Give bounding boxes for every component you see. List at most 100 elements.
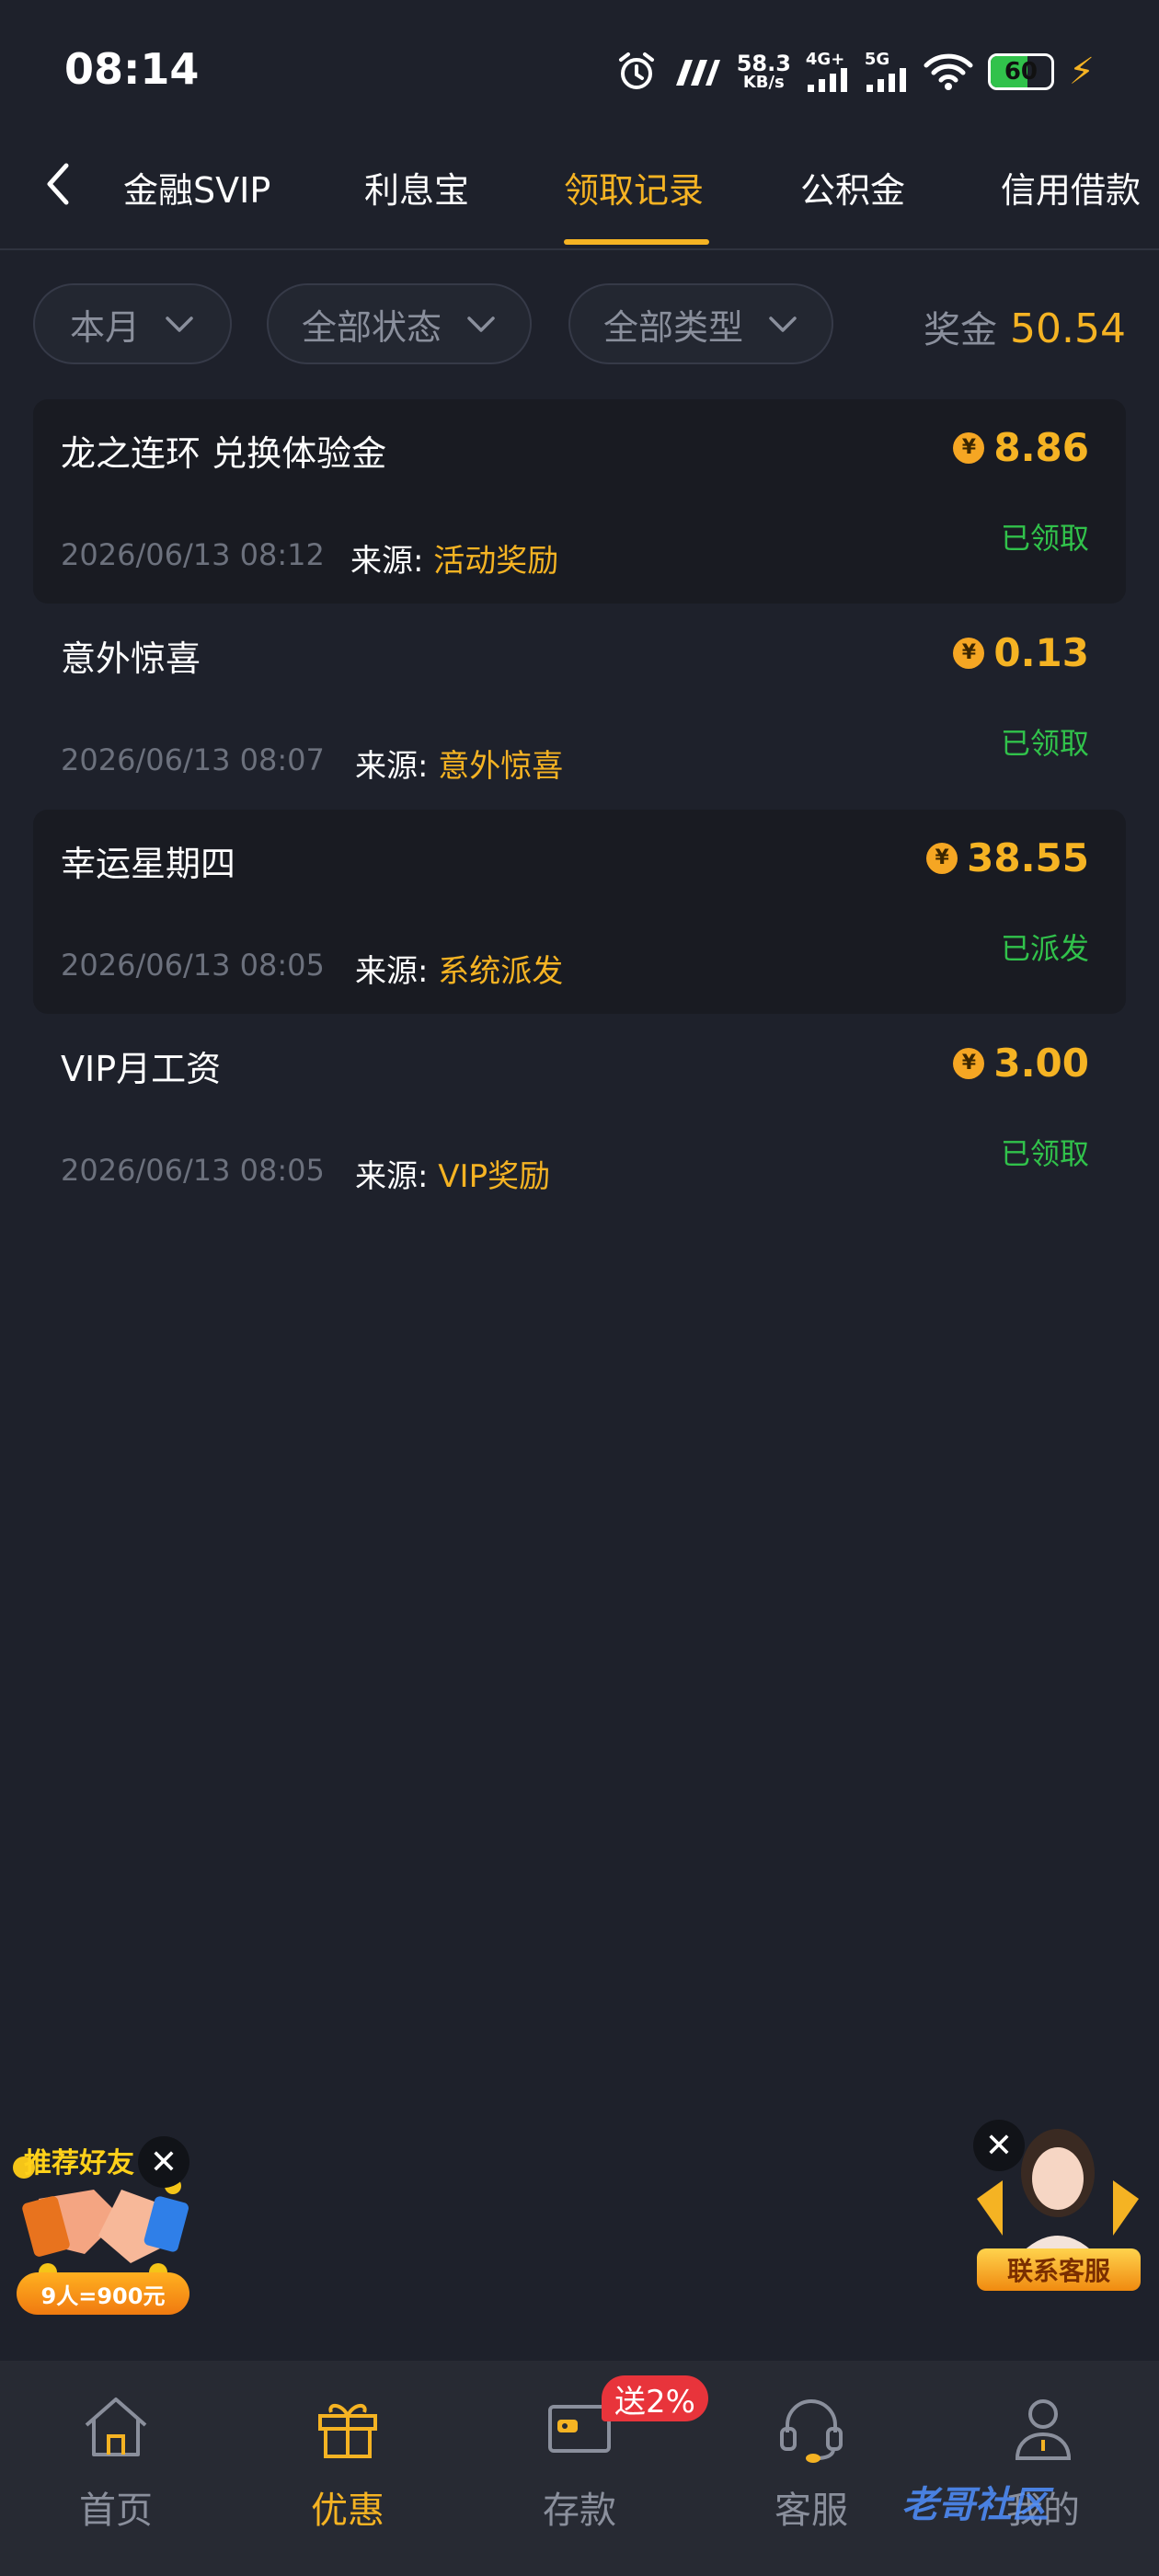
- type-filter[interactable]: 全部类型: [568, 283, 833, 364]
- record-time: 2026/06/13 08:07: [61, 742, 325, 777]
- record-title: 意外惊喜: [61, 638, 201, 679]
- bonus-label: 奖金: [924, 309, 998, 351]
- network-speed: 58.3 KB/s: [737, 52, 791, 91]
- deposit-bonus-badge: 送2%: [602, 2375, 708, 2421]
- nav-promotions-label: 优惠: [311, 2490, 384, 2532]
- record-amount-value: 0.13: [993, 630, 1089, 675]
- record-source: 来源: 活动奖励: [350, 535, 558, 581]
- period-filter[interactable]: 本月: [33, 283, 232, 364]
- record-title: 龙之连环 兑换体验金: [61, 433, 387, 474]
- tab-credit-loan[interactable]: 信用借款: [1001, 162, 1141, 213]
- record-time: 2026/06/13 08:05: [61, 1153, 325, 1188]
- record-status: 已派发: [1000, 931, 1089, 966]
- record-status: 已领取: [1000, 726, 1089, 761]
- m-app-icon: [675, 60, 720, 86]
- nav-support-label: 客服: [775, 2490, 848, 2532]
- record-amount: ¥ 38.55: [926, 835, 1089, 880]
- record-title: VIP月工资: [61, 1049, 222, 1089]
- charging-bolt-icon: ⚡: [1068, 51, 1095, 93]
- close-icon: ✕: [984, 2126, 1014, 2165]
- headset-icon: [780, 2399, 843, 2463]
- record-time: 2026/06/13 08:05: [61, 948, 325, 983]
- bonus-total: 奖金 50.54: [924, 300, 1126, 353]
- close-icon: ✕: [149, 2143, 178, 2181]
- record-title: 幸运星期四: [61, 844, 236, 884]
- list-item: 幸运星期四 ¥ 38.55 2026/06/13 08:05 来源: 系统派发 …: [33, 810, 1126, 1014]
- nav-promotions[interactable]: 优惠: [256, 2388, 440, 2534]
- yuan-coin-icon: ¥: [953, 1047, 985, 1079]
- wifi-icon: [924, 53, 973, 90]
- nav-home-label: 首页: [79, 2490, 153, 2532]
- tab-claim-records[interactable]: 领取记录: [564, 162, 704, 213]
- record-time: 2026/06/13 08:12: [61, 537, 325, 572]
- record-source: 来源: 意外惊喜: [355, 741, 563, 786]
- record-source-value: 系统派发: [438, 953, 564, 990]
- record-source-label: 来源:: [355, 1158, 429, 1195]
- yuan-coin-icon: ¥: [926, 842, 958, 874]
- record-amount: ¥ 0.13: [953, 630, 1089, 675]
- record-source-value: VIP奖励: [438, 1158, 551, 1195]
- bottom-nav: 首页 优惠 存款 客服 我的: [0, 2361, 1159, 2576]
- status-time: 08:14: [64, 44, 200, 94]
- record-source-value: 活动奖励: [433, 543, 559, 580]
- refer-friend-reward: 9人=900元: [17, 2272, 189, 2315]
- battery-icon: 60: [987, 53, 1054, 90]
- nav-deposit-label: 存款: [543, 2490, 616, 2532]
- nav-support[interactable]: 客服: [719, 2388, 903, 2534]
- speed-value: 58.3: [736, 51, 791, 76]
- yuan-coin-icon: ¥: [953, 431, 985, 464]
- period-filter-label: 本月: [69, 306, 140, 348]
- status-icons: 58.3 KB/s 4G+ 5G 60 ⚡: [615, 46, 1095, 98]
- speed-unit: KB/s: [742, 73, 785, 92]
- nav-home[interactable]: 首页: [24, 2388, 208, 2534]
- signal-4g: 4G+: [806, 52, 850, 92]
- record-source: 来源: VIP奖励: [355, 1151, 550, 1196]
- list-item: 意外惊喜 ¥ 0.13 2026/06/13 08:07 来源: 意外惊喜 已领…: [33, 604, 1126, 809]
- close-service-widget-button[interactable]: ✕: [973, 2120, 1025, 2171]
- record-source-value: 意外惊喜: [438, 748, 564, 785]
- user-icon: [1015, 2399, 1072, 2460]
- record-status: 已领取: [1000, 1136, 1089, 1171]
- contact-service-label: 联系客服: [977, 2248, 1141, 2291]
- signal-icon: [807, 68, 847, 92]
- type-filter-label: 全部类型: [602, 306, 743, 348]
- record-amount-value: 38.55: [967, 835, 1089, 880]
- record-source-label: 来源:: [350, 543, 424, 580]
- battery-level: 60: [1004, 58, 1038, 86]
- gift-icon: [318, 2404, 377, 2458]
- status-filter[interactable]: 全部状态: [267, 283, 532, 364]
- status-filter-label: 全部状态: [301, 306, 442, 348]
- record-amount: ¥ 3.00: [953, 1041, 1089, 1086]
- back-button[interactable]: [37, 156, 83, 212]
- record-source-label: 来源:: [355, 953, 429, 990]
- close-refer-widget-button[interactable]: ✕: [138, 2136, 189, 2188]
- record-status: 已领取: [1000, 521, 1089, 556]
- record-amount-value: 8.86: [993, 425, 1089, 470]
- alarm-icon: [618, 52, 654, 89]
- chevron-down-icon: [769, 316, 797, 332]
- signal-icon: [866, 68, 906, 92]
- net-label-4g: 4G+: [805, 50, 845, 69]
- signal-5g: 5G: [865, 52, 909, 92]
- record-amount: ¥ 8.86: [953, 425, 1089, 470]
- chevron-down-icon: [467, 316, 495, 332]
- watermark: 老哥社区: [901, 2484, 1049, 2526]
- active-tab-indicator: [564, 239, 709, 245]
- tab-finance-svip[interactable]: 金融SVIP: [123, 162, 270, 213]
- list-item: VIP月工资 ¥ 3.00 2026/06/13 08:05 来源: VIP奖励…: [33, 1015, 1126, 1219]
- yuan-coin-icon: ¥: [953, 637, 985, 669]
- chevron-down-icon: [166, 316, 193, 332]
- list-item: 龙之连环 兑换体验金 ¥ 8.86 2026/06/13 08:12 来源: 活…: [33, 399, 1126, 604]
- tab-interest-bao[interactable]: 利息宝: [364, 162, 469, 213]
- home-icon: [85, 2398, 147, 2456]
- refer-friend-title: 推荐好友: [24, 2147, 134, 2179]
- record-source-label: 来源:: [355, 748, 429, 785]
- tab-bar: 金融SVIP 利息宝 领取记录 公积金 信用借款: [0, 138, 1159, 250]
- back-arrow-icon: [47, 163, 69, 205]
- record-source: 来源: 系统派发: [355, 946, 563, 991]
- net-label-5g: 5G: [864, 50, 890, 69]
- status-bar: 08:14 58.3 KB/s 4G+ 5G 60 ⚡: [0, 0, 1159, 138]
- bonus-value: 50.54: [1010, 305, 1126, 352]
- record-amount-value: 3.00: [993, 1041, 1089, 1086]
- tab-provident-fund[interactable]: 公积金: [800, 162, 905, 213]
